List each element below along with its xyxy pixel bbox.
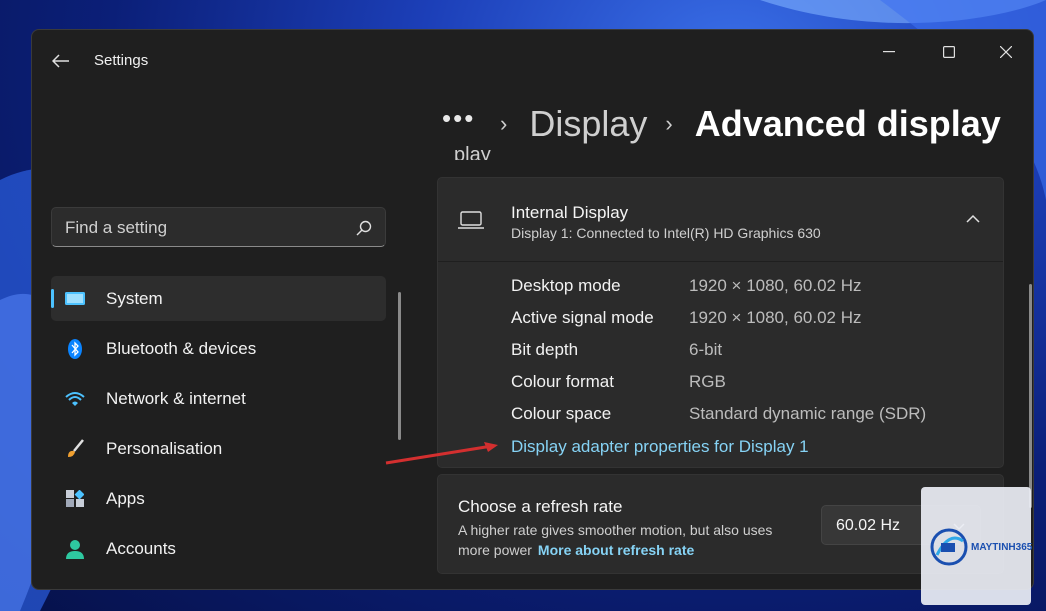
refresh-rate-value: 60.02 Hz: [836, 517, 901, 534]
sidebar-item-label: Accounts: [106, 538, 176, 558]
watermark-brand: MAYTINH365: [971, 542, 1033, 553]
chevron-right-icon: ›: [500, 111, 508, 136]
property-value: 6-bit: [689, 340, 723, 359]
property-value: Standard dynamic range (SDR): [689, 404, 927, 423]
sidebar-item-label: Network & internet: [106, 388, 246, 408]
page-title: Advanced display: [694, 103, 1001, 144]
property-value: 1920 × 1080, 60.02 Hz: [689, 276, 862, 295]
property-label: Active signal mode: [511, 308, 654, 327]
app-title: Settings: [94, 52, 149, 69]
breadcrumb-display[interactable]: Display: [529, 103, 647, 145]
sidebar-item-apps[interactable]: Apps: [51, 476, 386, 521]
arrow-left-icon: [52, 54, 69, 68]
apps-icon: [65, 489, 85, 509]
logo-icon: [930, 528, 968, 566]
maximize-icon: [943, 46, 955, 58]
breadcrumb-more-button[interactable]: •••: [442, 103, 482, 134]
sidebar-item-label: System: [106, 288, 163, 308]
sidebar-item-label: Personalisation: [106, 438, 223, 458]
bluetooth-icon: [65, 338, 85, 359]
property-value: 1920 × 1080, 60.02 Hz: [689, 308, 862, 327]
sidebar-scrollbar[interactable]: [398, 292, 401, 440]
account-icon: [65, 539, 85, 559]
internal-display-card: Internal Display Display 1: Connected to…: [437, 177, 1004, 468]
refresh-rate-description: A higher rate gives smoother motion, but…: [458, 522, 773, 558]
property-row: Colour space Standard dynamic range (SDR…: [511, 404, 991, 436]
search-placeholder: Find a setting: [65, 218, 168, 237]
sidebar-item-network[interactable]: Network & internet: [51, 376, 386, 421]
card-header[interactable]: Internal Display Display 1: Connected to…: [438, 178, 1003, 262]
close-icon: [1000, 46, 1012, 58]
refresh-rate-card: Choose a refresh rate A higher rate give…: [437, 474, 1004, 574]
maximize-button[interactable]: [931, 38, 967, 66]
property-row: Colour format RGB: [511, 372, 991, 404]
display-adapter-properties-link[interactable]: Display adapter properties for Display 1: [511, 437, 809, 457]
sidebar-item-accounts[interactable]: Accounts: [51, 526, 386, 571]
display-name: Internal Display: [511, 203, 629, 222]
sidebar-item-personalisation[interactable]: Personalisation: [51, 426, 386, 471]
display-connection: Display 1: Connected to Intel(R) HD Grap…: [511, 225, 821, 241]
chevron-up-icon[interactable]: [963, 209, 983, 229]
chevron-right-icon: ›: [665, 111, 673, 136]
content-scrollbar[interactable]: [1029, 284, 1032, 508]
minimize-icon: [883, 51, 895, 53]
property-value: RGB: [689, 372, 726, 391]
laptop-icon: [458, 211, 484, 229]
property-row: Desktop mode 1920 × 1080, 60.02 Hz: [511, 276, 991, 308]
minimize-button[interactable]: [871, 38, 907, 66]
more-about-refresh-rate-link[interactable]: More about refresh rate: [538, 542, 694, 558]
brush-icon: [65, 438, 85, 459]
scrolled-section-heading: play: [454, 144, 491, 160]
sidebar-item-label: Bluetooth & devices: [106, 338, 257, 358]
display-properties: Desktop mode 1920 × 1080, 60.02 Hz Activ…: [511, 276, 991, 436]
refresh-rate-title: Choose a refresh rate: [458, 497, 623, 516]
property-label: Desktop mode: [511, 276, 621, 295]
search-icon: [356, 220, 372, 236]
search-input[interactable]: Find a setting: [51, 207, 386, 247]
sidebar-item-system[interactable]: System: [51, 276, 386, 321]
settings-window: Settings ••• › Display › Advanced displa…: [31, 29, 1034, 590]
property-label: Bit depth: [511, 340, 579, 359]
property-row: Active signal mode 1920 × 1080, 60.02 Hz: [511, 308, 991, 340]
sidebar-item-label: Apps: [106, 488, 145, 508]
property-label: Colour space: [511, 404, 612, 423]
system-icon: [65, 289, 85, 309]
sidebar-nav: System Bluetooth & devices Network & int…: [51, 276, 386, 576]
back-button[interactable]: [48, 48, 74, 74]
title-bar: Settings: [32, 30, 1033, 90]
sidebar-item-bluetooth[interactable]: Bluetooth & devices: [51, 326, 386, 371]
wifi-icon: [65, 389, 85, 409]
annotation-arrow: [385, 442, 498, 465]
active-indicator: [51, 289, 54, 308]
property-row: Bit depth 6-bit: [511, 340, 991, 372]
close-button[interactable]: [988, 38, 1024, 66]
property-label: Colour format: [511, 372, 614, 391]
watermark: MAYTINH365: [921, 487, 1033, 605]
